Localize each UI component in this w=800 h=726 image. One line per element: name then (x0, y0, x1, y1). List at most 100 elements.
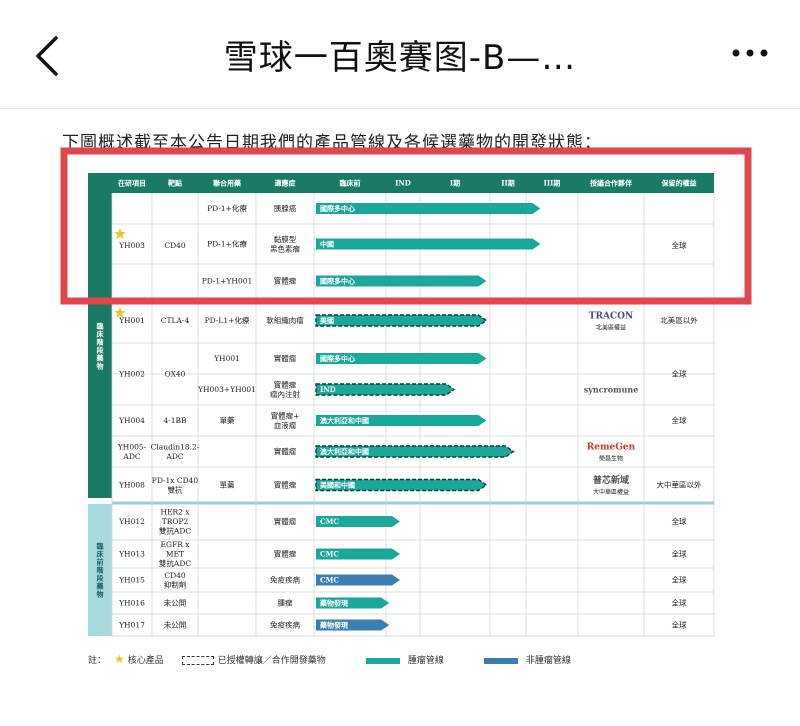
legend-licensed: 已授權轉讓／合作開發藥物 (217, 656, 326, 666)
progress-bar-label: 美國 (320, 316, 334, 325)
legend: 註： ★ 核心產品 已授權轉讓／合作開發藥物 腫瘤管線 非腫瘤管線 (88, 652, 571, 666)
progress-bar-label: CMC (320, 549, 339, 558)
cell-target: HER2 x TROP2 雙抗ADC (159, 508, 191, 536)
cell-rights: 全球 (672, 516, 687, 526)
cell-indication: 黏膜型黑色素瘤 (270, 234, 300, 254)
progress-bar (316, 238, 541, 250)
cell-target: 未公開 (164, 598, 187, 608)
legend-onco: 腫瘤管線 (407, 656, 444, 666)
progress-bar-label: IND (320, 385, 336, 394)
progress-bar (315, 383, 456, 396)
legend-non-onco: 非腫瘤管線 (525, 656, 571, 666)
cell-combo: PD-1+化療 (207, 203, 247, 213)
cell-target: PD-1x CD40 雙抗 (152, 476, 199, 495)
progress-bar-label: 藥物發現 (319, 620, 348, 629)
cell-combo: PD-L1+化療 (205, 315, 250, 325)
cell-indication: 實體瘤 (274, 353, 297, 363)
cell-program: YH001 (118, 316, 145, 325)
cell-target: 4-1BB (163, 416, 187, 425)
cell-combo: YH003+YH001 (197, 385, 256, 394)
cell-rights: 全球 (672, 549, 687, 559)
cell-partner-logo: RemeGen (587, 443, 636, 453)
cell-combo: 單藥 (220, 415, 235, 425)
cell-combo: PD-1+化療 (207, 239, 247, 249)
cell-target: OX40 (165, 370, 186, 379)
cell-combo: YH001 (213, 354, 240, 363)
cell-program: YH017 (118, 621, 145, 630)
cell-rights: 全球 (672, 620, 687, 630)
cell-indication: 實體瘤瘤內注射 (270, 379, 300, 399)
cell-program: YH015 (118, 576, 145, 585)
cell-target: EGFR x MET 雙抗ADC (159, 540, 191, 568)
cell-indication: 腫瘤 (278, 598, 293, 608)
cell-indication: 免疫疾病 (270, 575, 300, 585)
cell-rights: 全球 (672, 575, 687, 585)
group-label-preclinical: 物 (97, 589, 104, 598)
cell-partner-note: 大中華區權益 (593, 488, 629, 496)
cell-partner-note: 北美區權益 (596, 324, 626, 332)
progress-bar-label: CMC (320, 517, 339, 526)
column-header: 在研項目 (118, 178, 146, 187)
column-header: 聯合用藥 (213, 178, 242, 187)
cell-program: YH004 (118, 416, 145, 425)
cell-rights: 北美區以外 (660, 315, 698, 325)
non-onco-swatch-icon (483, 657, 518, 664)
column-header: II期 (501, 178, 515, 187)
column-header: IND (395, 178, 411, 187)
progress-bar-label: 國際多中心 (320, 354, 355, 363)
cell-indication: 實體瘤 (274, 516, 297, 526)
cell-rights: 全球 (672, 598, 687, 608)
cell-rights: 大中華區以外 (657, 480, 702, 490)
column-header: I期 (450, 178, 460, 187)
cell-indication: 實體瘤+血液瘤 (271, 410, 300, 430)
progress-bar-label: 藥物發現 (319, 598, 348, 607)
cell-program: YH008 (118, 481, 145, 490)
cell-target: 未公開 (164, 620, 187, 630)
cell-combo: PD-1+YH001 (202, 277, 253, 286)
cell-indication: 胰腺癌 (274, 203, 297, 213)
cell-rights: 全球 (672, 369, 687, 379)
progress-bar-label: CMC (320, 575, 339, 584)
core-product-star-icon (114, 228, 126, 239)
cell-combo: 單藥 (220, 480, 235, 490)
cell-target: CTLA-4 (161, 316, 190, 325)
cell-indication: 實體瘤 (274, 446, 297, 456)
cell-partner-logo: TRACON (589, 312, 633, 322)
progress-bar-label: 中國 (320, 239, 334, 248)
group-label-clinical: 物 (97, 361, 104, 370)
column-header: 適應症 (275, 178, 296, 187)
progress-bar-label: 澳大利亞和中國 (320, 416, 369, 425)
progress-bar-label: 國際多中心 (320, 204, 355, 213)
legend-note: 註： (88, 656, 107, 666)
column-header: 保留的權益 (661, 178, 697, 187)
cell-partner-note: 榮昌生物 (599, 455, 623, 463)
column-header: 授議合作夥伴 (590, 178, 632, 187)
cell-rights: 全球 (672, 415, 687, 425)
pipeline-table: 在研項目 靶點 聯合用藥 適應症 臨床前 IND I期 II期 III期 授議合作夥伴 保留的權益臨… (60, 147, 752, 637)
cell-target: CD40 (164, 241, 186, 250)
star-icon: ★ (114, 652, 125, 666)
progress-bar-label: 美國和中國 (320, 480, 355, 489)
cell-program: YH003 (118, 241, 145, 250)
cell-indication: 實體瘤 (274, 549, 297, 559)
cell-target: CD40 抑制劑 (164, 571, 187, 590)
cell-program: YH002 (118, 370, 145, 379)
progress-bar-label: 國際多中心 (320, 276, 355, 285)
progress-bar-label: 澳大利亞和中國 (320, 447, 369, 456)
cell-partner-logo: syncromune (584, 384, 639, 394)
column-header: 靶點 (168, 178, 182, 187)
onco-swatch-icon (365, 657, 400, 664)
cell-indication: 實體瘤 (274, 276, 297, 286)
cell-program: YH005-ADC (117, 442, 147, 461)
column-header: 臨床前 (340, 178, 361, 187)
cell-program: YH012 (118, 517, 145, 526)
cell-indication: 實體瘤 (274, 480, 297, 490)
cell-partner-logo: 普芯新域 (593, 474, 629, 486)
cell-program: YH013 (118, 550, 145, 559)
cell-indication: 軟組織肉瘤 (266, 315, 304, 325)
cell-rights: 全球 (672, 240, 687, 250)
cell-program: YH016 (118, 599, 145, 608)
progress-bar (315, 314, 488, 327)
cell-indication: 免疫疾病 (270, 620, 300, 630)
column-header: III期 (544, 178, 561, 187)
